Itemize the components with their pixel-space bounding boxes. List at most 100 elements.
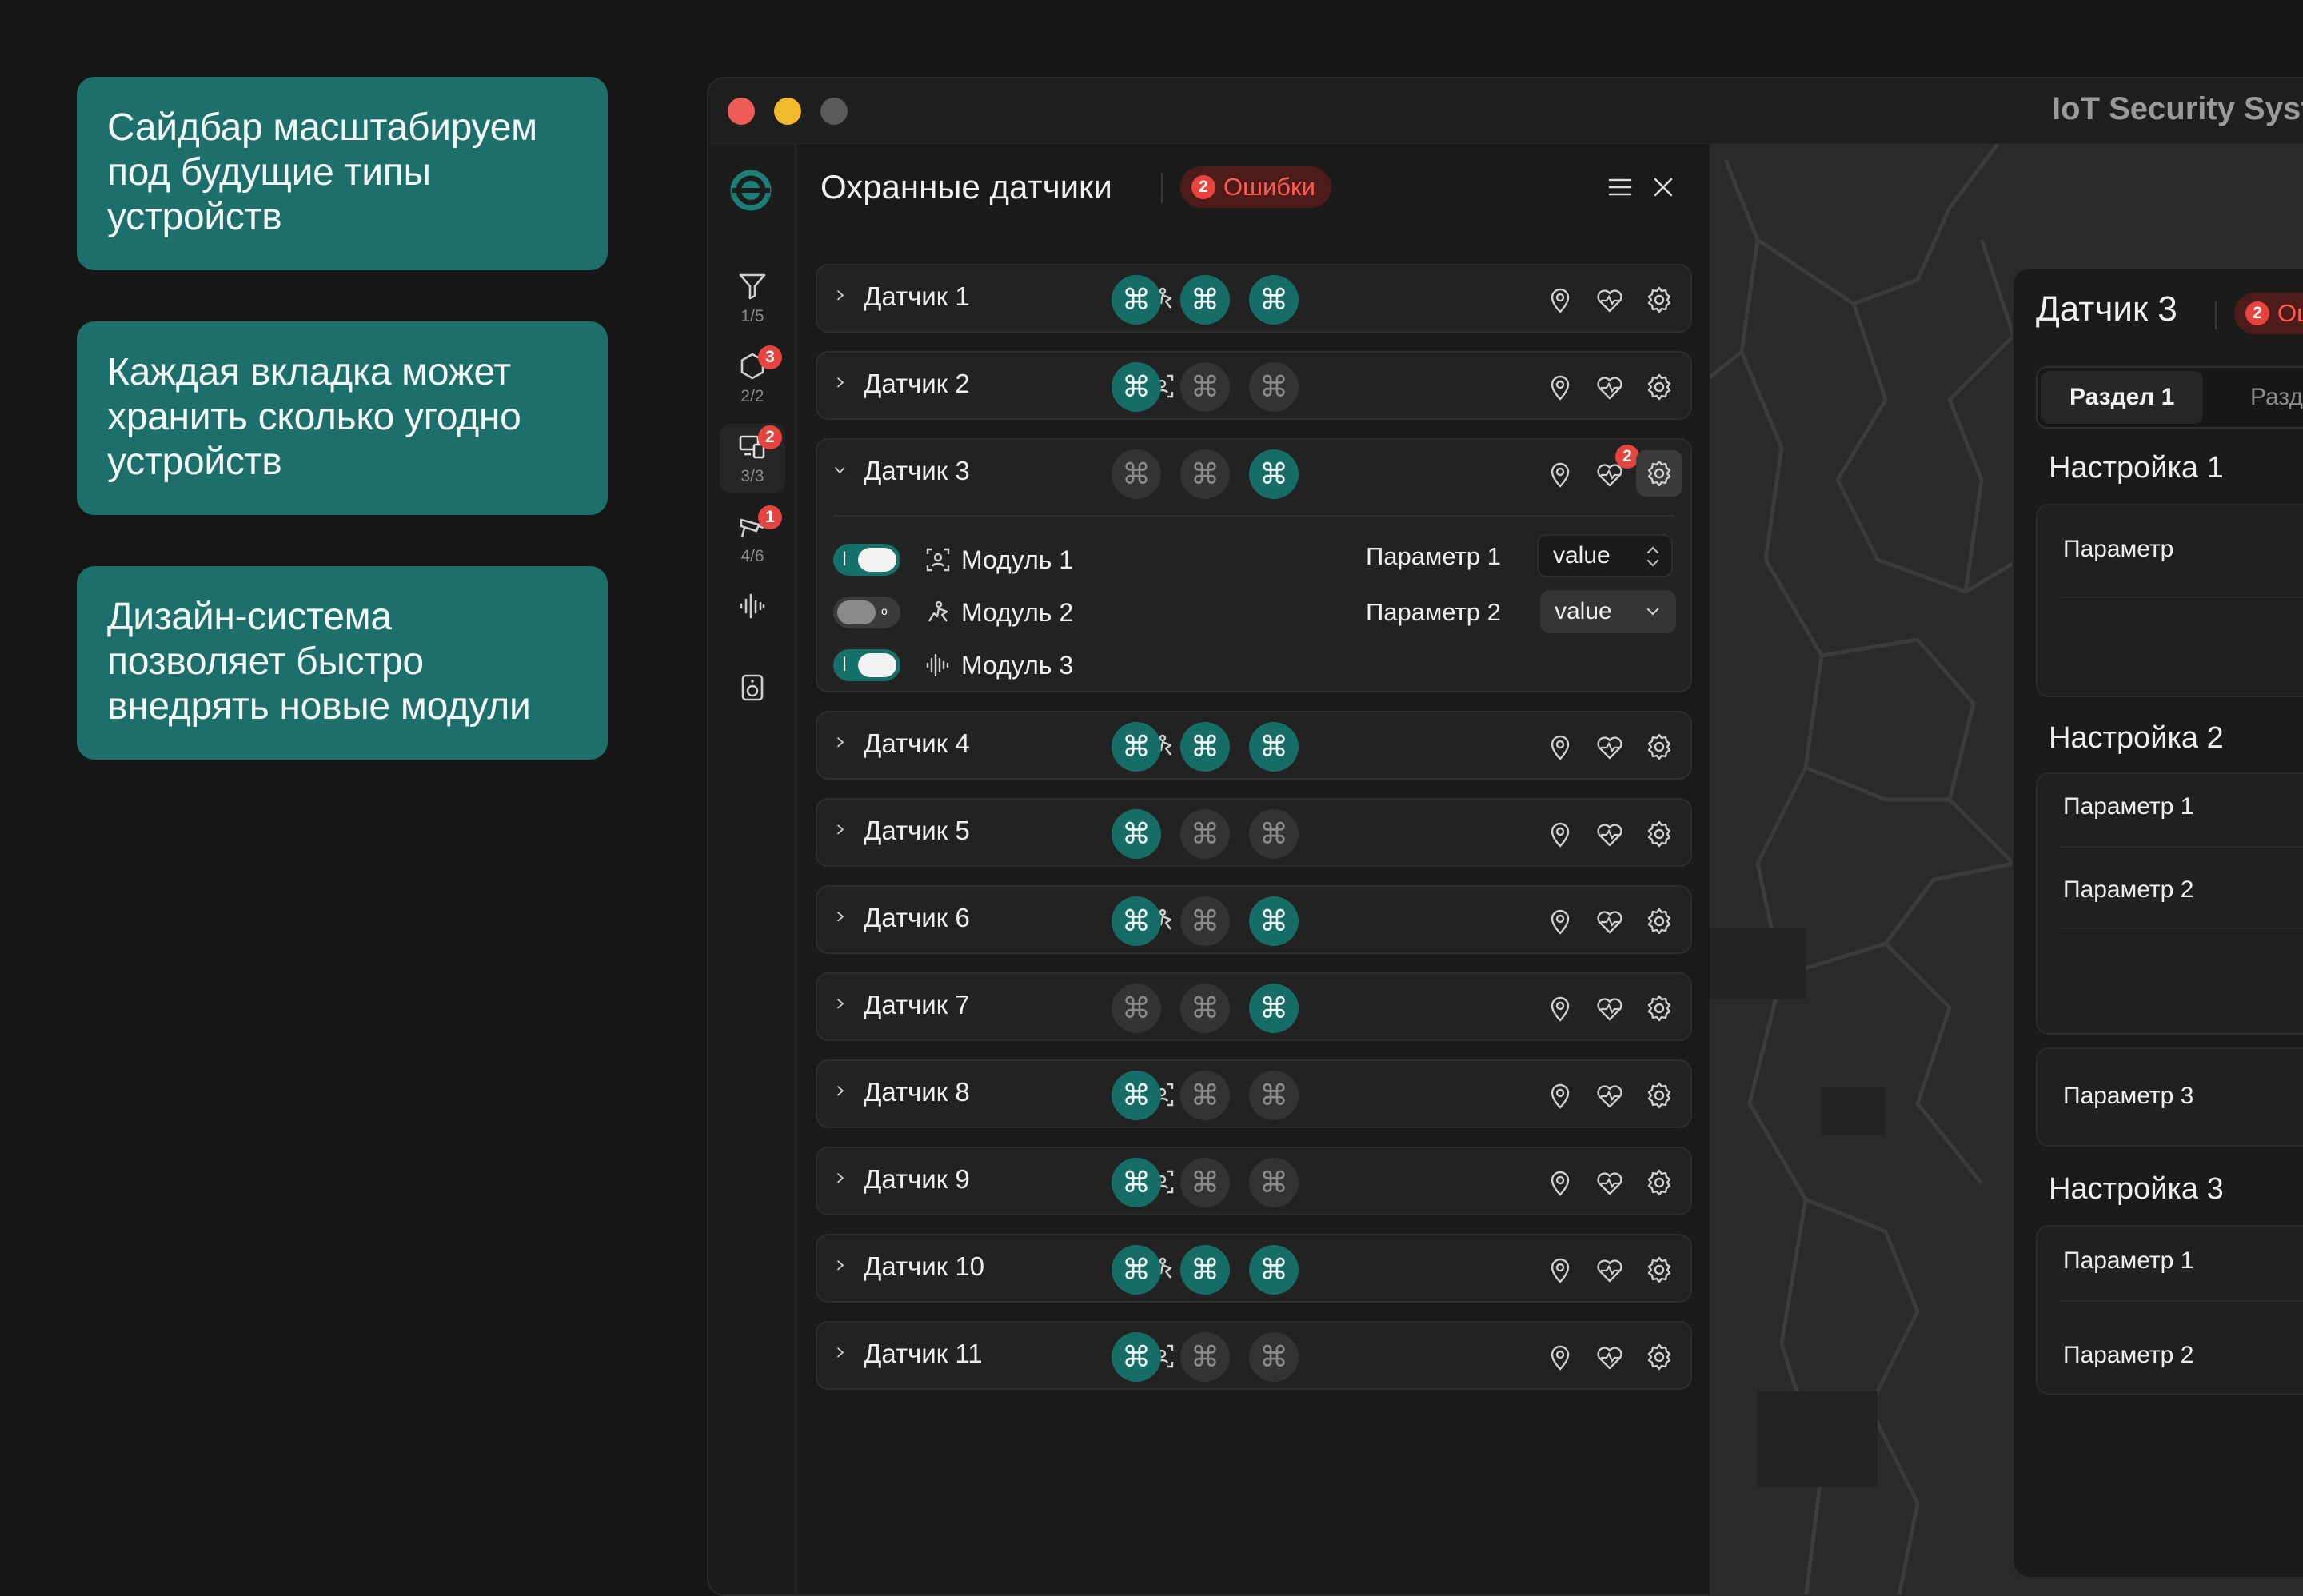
channel-toggle-button[interactable]: ⌘ [1249,1071,1299,1120]
param-stepper-input[interactable]: value [1537,534,1673,577]
channel-toggle-button[interactable]: ⌘ [1112,1332,1161,1382]
detail-errors-badge[interactable]: 2 Ошибки [2234,293,2303,334]
channel-toggle-button[interactable]: ⌘ [1249,1332,1299,1382]
sidebar-item-speaker[interactable] [720,665,785,734]
channel-toggle-button[interactable]: ⌘ [1112,449,1161,499]
gear-icon[interactable] [1644,1167,1674,1198]
location-pin-icon[interactable] [1545,1342,1575,1372]
health-icon[interactable] [1595,993,1625,1023]
channel-toggle-button[interactable]: ⌘ [1112,1071,1161,1120]
channel-toggle-button[interactable]: ⌘ [1112,722,1161,772]
health-icon[interactable] [1595,906,1625,936]
gear-icon[interactable] [1644,906,1674,936]
sensor-row[interactable]: Датчик 6 ⌘ ⌘ ⌘ [816,885,1692,954]
chevron-right-icon[interactable] [832,821,854,844]
health-icon[interactable] [1595,819,1625,849]
zoom-window-button[interactable] [820,98,848,125]
location-pin-icon[interactable] [1545,1255,1575,1285]
chevron-right-icon[interactable] [832,996,854,1018]
param-label[interactable]: Параметр 2 [2063,1342,2193,1369]
channel-toggle-button[interactable]: ⌘ [1249,896,1299,946]
module-toggle[interactable]: o [833,597,900,628]
channel-toggle-button[interactable]: ⌘ [1180,1158,1230,1207]
sensor-row[interactable]: Датчик 7 ⌘ ⌘ ⌘ [816,972,1692,1041]
health-icon[interactable] [1595,285,1625,315]
sensor-row[interactable]: Датчик 11 ⌘ ⌘ ⌘ [816,1321,1692,1390]
sidebar-item-hexagon[interactable]: 3 2/2 [720,344,785,413]
gear-icon[interactable] [1644,1080,1674,1111]
location-pin-icon[interactable] [1545,732,1575,762]
sensor-row[interactable]: Датчик 5 ⌘ ⌘ ⌘ [816,798,1692,867]
chevron-right-icon[interactable] [832,1344,854,1367]
menu-icon[interactable] [1606,173,1634,201]
channel-toggle-button[interactable]: ⌘ [1180,984,1230,1033]
tab-section-1[interactable]: Раздел 1 [2041,371,2204,424]
chevron-right-icon[interactable] [832,908,854,931]
channel-toggle-button[interactable]: ⌘ [1180,449,1230,499]
channel-toggle-button[interactable]: ⌘ [1112,1245,1161,1295]
channel-toggle-button[interactable]: ⌘ [1180,275,1230,325]
location-pin-icon[interactable] [1545,993,1575,1023]
chevron-down-icon[interactable] [832,461,854,484]
health-icon[interactable] [1595,1167,1625,1198]
health-icon[interactable] [1595,1255,1625,1285]
health-icon[interactable] [1595,1342,1625,1372]
sensor-row[interactable]: Датчик 3 ⌘ ⌘ ⌘ 2 | Модуль 1 o Модуль 2 | Мод… [816,438,1692,692]
param-select[interactable]: value [1540,590,1676,633]
param-label[interactable]: Параметр 1 [2063,793,2193,820]
location-pin-icon[interactable] [1545,372,1575,402]
location-pin-icon[interactable] [1545,285,1575,315]
gear-icon[interactable] [1644,819,1674,849]
gear-icon[interactable] [1644,993,1674,1023]
param-label[interactable]: Параметр [2063,536,2173,563]
channel-toggle-button[interactable]: ⌘ [1180,362,1230,412]
sensor-row[interactable]: Датчик 2 ⌘ ⌘ ⌘ [816,351,1692,420]
channel-toggle-button[interactable]: ⌘ [1249,362,1299,412]
channel-toggle-button[interactable]: ⌘ [1180,1071,1230,1120]
gear-icon[interactable] [1644,732,1674,762]
gear-icon[interactable] [1644,1342,1674,1372]
sidebar-item-waveform[interactable] [720,584,785,652]
channel-toggle-button[interactable]: ⌘ [1180,809,1230,859]
sensor-row[interactable]: Датчик 10 ⌘ ⌘ ⌘ [816,1234,1692,1303]
channel-toggle-button[interactable]: ⌘ [1112,1158,1161,1207]
chevron-right-icon[interactable] [832,287,854,309]
health-icon[interactable] [1595,1080,1625,1111]
gear-icon[interactable] [1644,1255,1674,1285]
chevron-right-icon[interactable] [832,374,854,397]
module-toggle[interactable]: | [833,544,900,576]
channel-toggle-button[interactable]: ⌘ [1112,984,1161,1033]
stepper-arrows-icon[interactable] [1644,542,1662,571]
param-label[interactable]: Параметр 1 [2063,1247,2193,1275]
settings-button[interactable] [1636,450,1682,497]
chevron-right-icon[interactable] [832,1170,854,1192]
sensor-row[interactable]: Датчик 1 ⌘ ⌘ ⌘ [816,264,1692,333]
health-icon[interactable] [1595,372,1625,402]
channel-toggle-button[interactable]: ⌘ [1249,722,1299,772]
module-toggle[interactable]: | [833,649,900,681]
channel-toggle-button[interactable]: ⌘ [1180,722,1230,772]
channel-toggle-button[interactable]: ⌘ [1249,1158,1299,1207]
param-label[interactable]: Параметр 2 [2063,876,2193,904]
location-pin-icon[interactable] [1545,906,1575,936]
location-pin-icon[interactable] [1545,819,1575,849]
channel-toggle-button[interactable]: ⌘ [1180,1332,1230,1382]
sensor-row[interactable]: Датчик 4 ⌘ ⌘ ⌘ [816,711,1692,780]
channel-toggle-button[interactable]: ⌘ [1249,449,1299,499]
channel-toggle-button[interactable]: ⌘ [1112,275,1161,325]
sidebar-item-devices[interactable]: 2 3/3 [720,424,785,493]
gear-icon[interactable] [1644,372,1674,402]
close-window-button[interactable] [728,98,755,125]
channel-toggle-button[interactable]: ⌘ [1180,896,1230,946]
chevron-right-icon[interactable] [832,1257,854,1279]
sidebar-item-camera[interactable]: 1 4/6 [720,504,785,573]
channel-toggle-button[interactable]: ⌘ [1249,809,1299,859]
channel-toggle-button[interactable]: ⌘ [1112,809,1161,859]
gear-icon[interactable] [1644,285,1674,315]
errors-badge[interactable]: 2 Ошибки [1180,166,1331,208]
channel-toggle-button[interactable]: ⌘ [1112,896,1161,946]
channel-toggle-button[interactable]: ⌘ [1249,1245,1299,1295]
chevron-right-icon[interactable] [832,734,854,756]
sidebar-item-filter[interactable]: 1/5 [720,264,785,333]
channel-toggle-button[interactable]: ⌘ [1180,1245,1230,1295]
